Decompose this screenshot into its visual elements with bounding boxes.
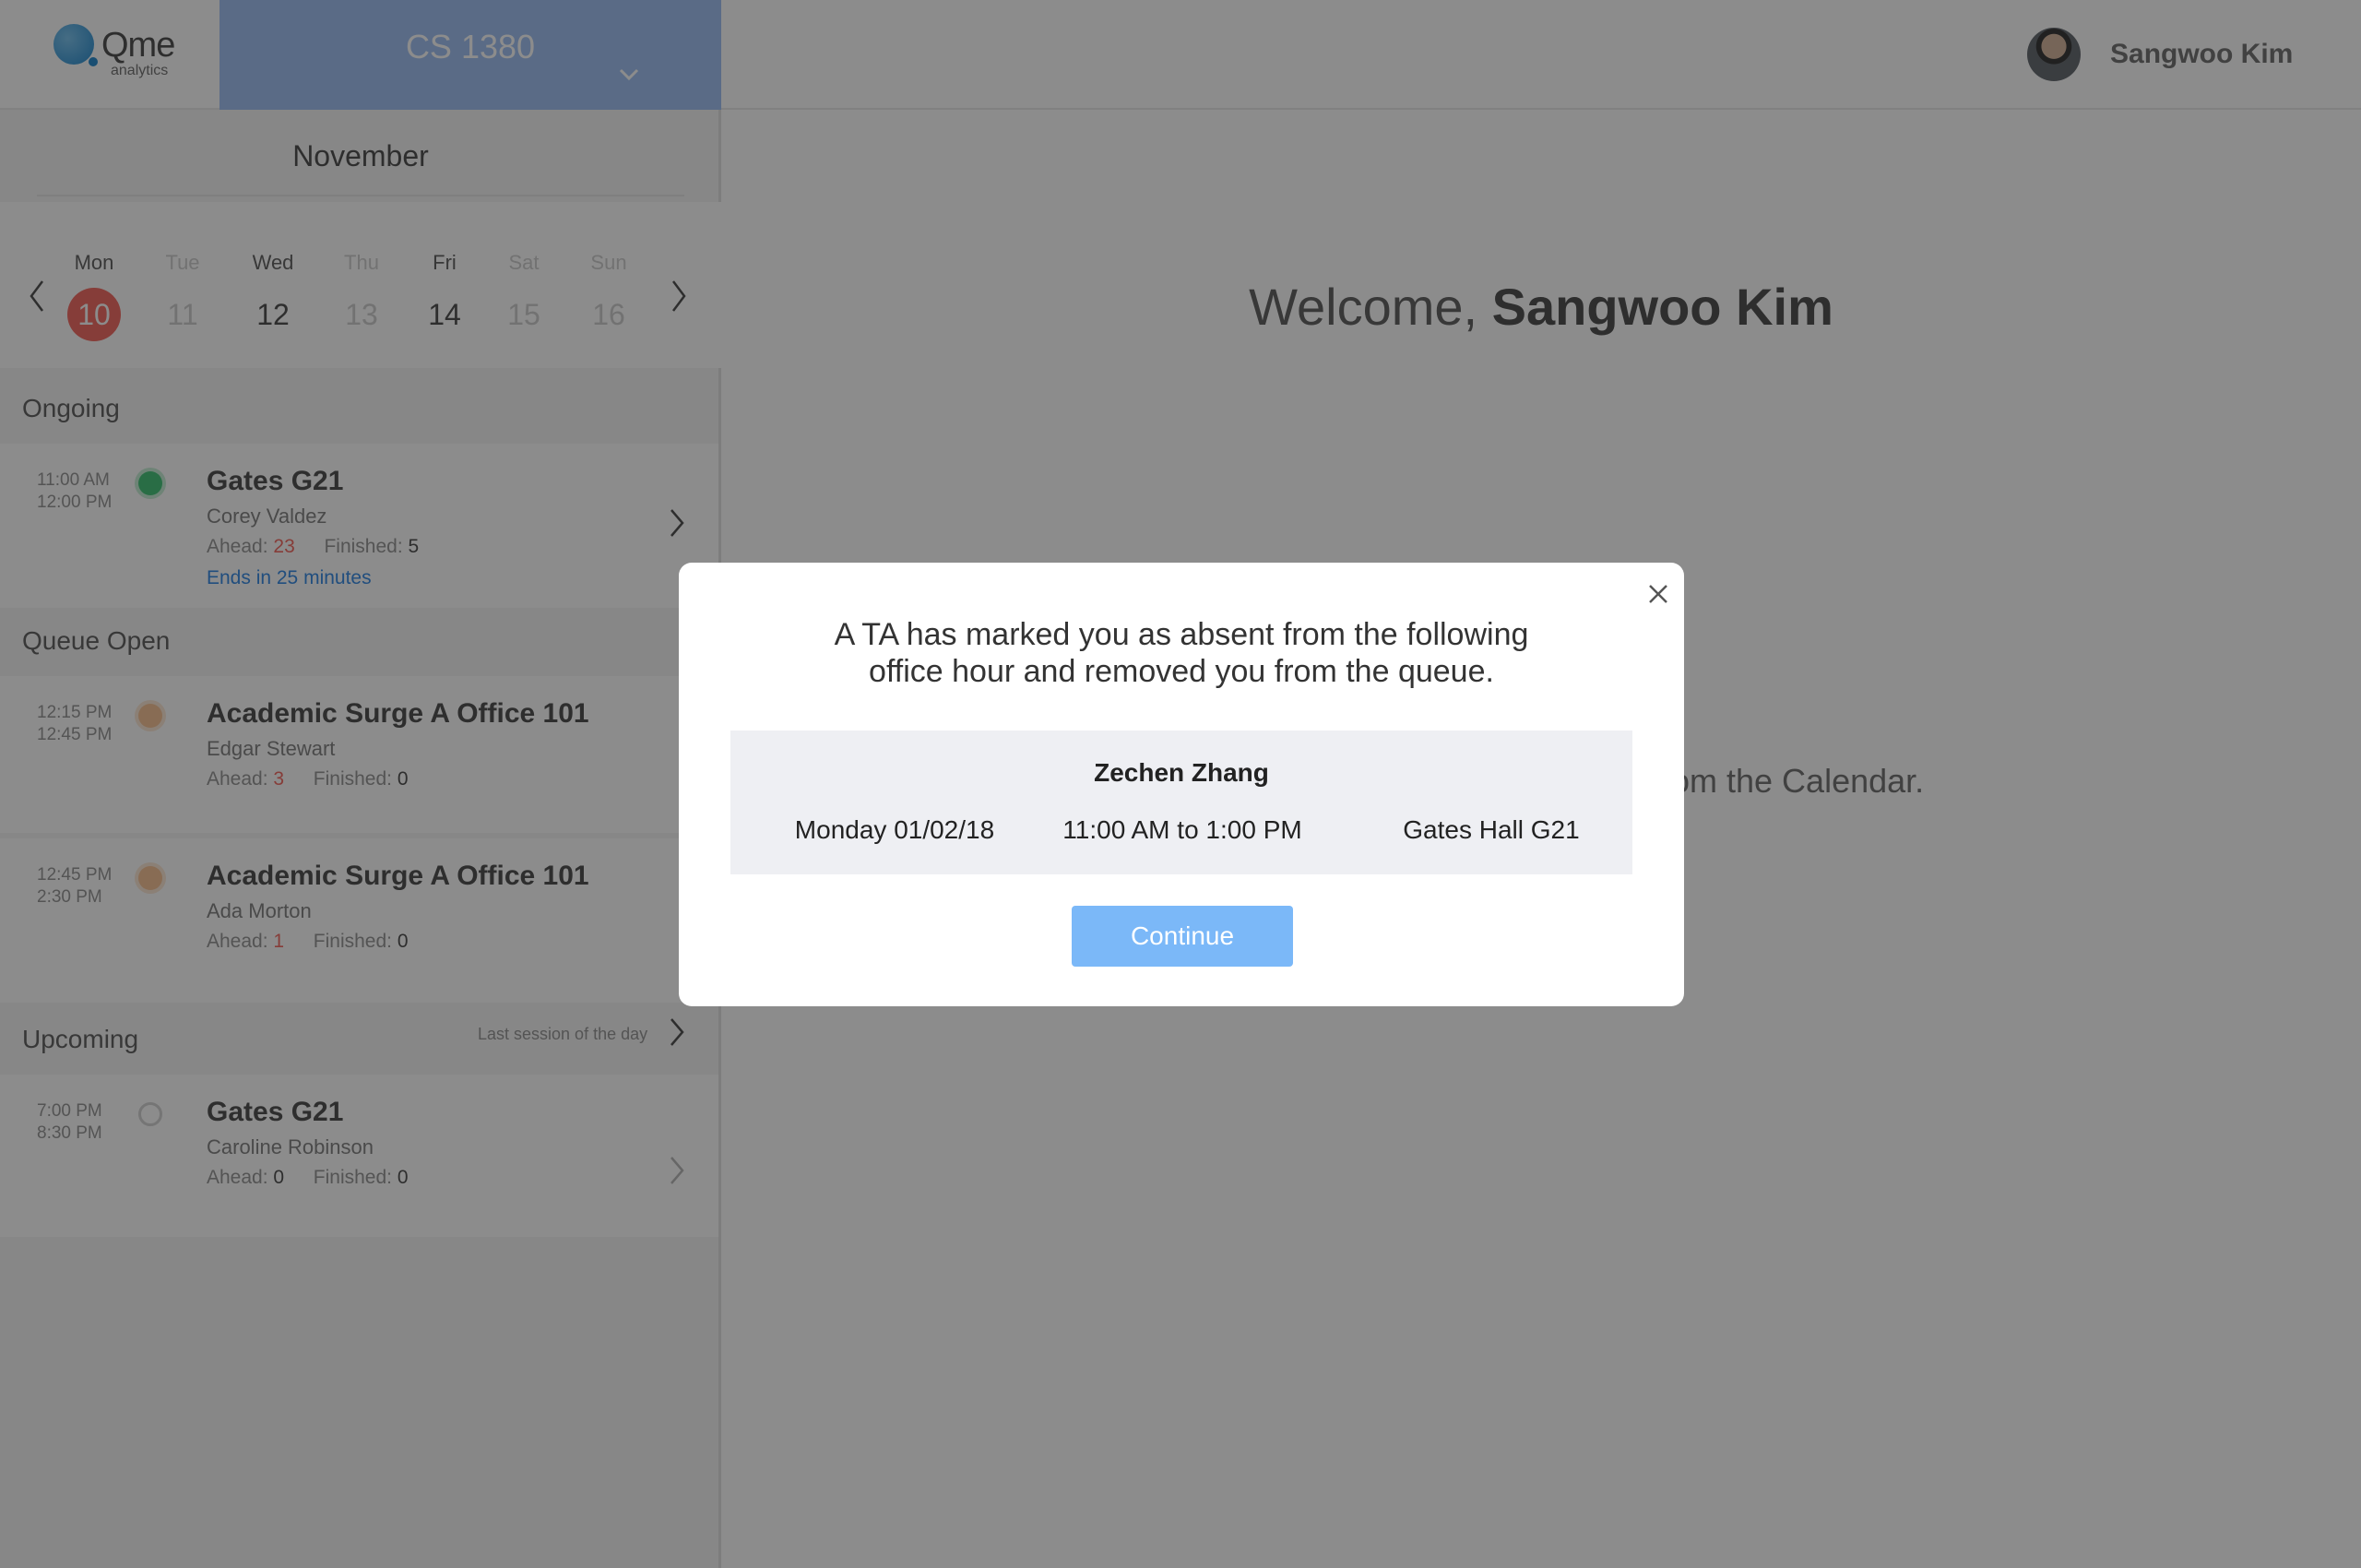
dialog-message: A TA has marked you as absent from the f…: [753, 616, 1610, 690]
session-time-range: 11:00 AM to 1:00 PM: [1062, 815, 1302, 844]
session-location: Gates Hall G21: [1403, 815, 1580, 844]
dialog-message-line: A TA has marked you as absent from the f…: [834, 617, 1529, 652]
app-root: Qme analytics CS 1380 Sangwoo Kim Novemb…: [0, 0, 2361, 1568]
close-icon[interactable]: [1642, 577, 1675, 611]
continue-button[interactable]: Continue: [1072, 906, 1293, 967]
dialog-message-line: office hour and removed you from the que…: [869, 654, 1494, 689]
ta-name: Zechen Zhang: [1094, 758, 1269, 787]
session-details: Zechen Zhang Monday 01/02/18 11:00 AM to…: [730, 731, 1632, 874]
absence-dialog: A TA has marked you as absent from the f…: [679, 563, 1684, 1006]
